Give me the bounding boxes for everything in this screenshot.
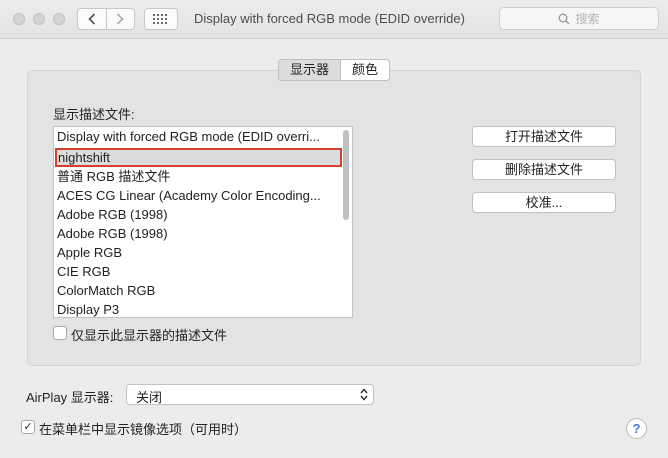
airplay-select[interactable]: 关闭 — [126, 384, 374, 405]
profile-list[interactable]: Display with forced RGB mode (EDID overr… — [53, 126, 353, 318]
system-preferences-window: Display with forced RGB mode (EDID overr… — [0, 0, 668, 458]
profile-list-item[interactable]: ColorMatch RGB — [54, 281, 352, 300]
only-this-display-label: 仅显示此显示器的描述文件 — [71, 328, 228, 343]
calibrate-button[interactable]: 校准... — [472, 192, 616, 213]
chevron-left-icon — [88, 13, 95, 25]
zoom-window-button[interactable] — [53, 13, 65, 25]
mirror-options-checkbox[interactable]: ✓ — [21, 420, 35, 434]
profile-list-item[interactable]: Display with forced RGB mode (EDID overr… — [54, 127, 352, 146]
profile-list-item[interactable]: Apple RGB — [54, 243, 352, 262]
profiles-section-label: 显示描述文件: — [53, 107, 135, 122]
tab-color[interactable]: 颜色 — [340, 60, 390, 80]
checkmark-icon: ✓ — [23, 420, 33, 433]
profile-list-item-selected[interactable]: nightshift — [55, 148, 342, 167]
tab-control: 显示器 颜色 — [278, 59, 391, 81]
chevron-right-icon — [117, 13, 124, 25]
help-button[interactable]: ? — [626, 418, 647, 439]
navigation-buttons — [77, 8, 135, 30]
search-field[interactable]: 搜索 — [499, 7, 659, 30]
list-scrollbar[interactable] — [343, 130, 349, 220]
profile-list-item[interactable]: Adobe RGB (1998) — [54, 205, 352, 224]
search-placeholder: 搜索 — [575, 12, 600, 26]
profile-list-item[interactable]: Display P3 — [54, 300, 352, 317]
airplay-label: AirPlay 显示器: — [26, 390, 114, 405]
open-profile-button[interactable]: 打开描述文件 — [472, 126, 616, 147]
tab-display[interactable]: 显示器 — [279, 60, 341, 80]
toolbar: Display with forced RGB mode (EDID overr… — [0, 0, 668, 39]
delete-profile-button[interactable]: 删除描述文件 — [472, 159, 616, 180]
select-arrows-icon — [360, 388, 368, 401]
forward-button[interactable] — [105, 9, 135, 29]
minimize-window-button[interactable] — [33, 13, 45, 25]
close-window-button[interactable] — [13, 13, 25, 25]
search-icon — [559, 13, 570, 24]
profile-list-item[interactable]: 普通 RGB 描述文件 — [54, 167, 352, 186]
mirror-options-label: 在菜单栏中显示镜像选项（可用时） — [39, 422, 248, 437]
profile-list-item[interactable]: ACES CG Linear (Academy Color Encoding..… — [54, 186, 352, 205]
show-all-button[interactable] — [144, 8, 178, 30]
only-this-display-checkbox[interactable] — [53, 326, 67, 340]
back-button[interactable] — [78, 9, 106, 29]
profile-list-item[interactable]: CIE RGB — [54, 262, 352, 281]
profile-list-item[interactable]: Adobe RGB (1998) — [54, 224, 352, 243]
window-title: Display with forced RGB mode (EDID overr… — [194, 11, 465, 26]
airplay-value: 关闭 — [136, 390, 163, 405]
grid-icon — [153, 14, 167, 24]
